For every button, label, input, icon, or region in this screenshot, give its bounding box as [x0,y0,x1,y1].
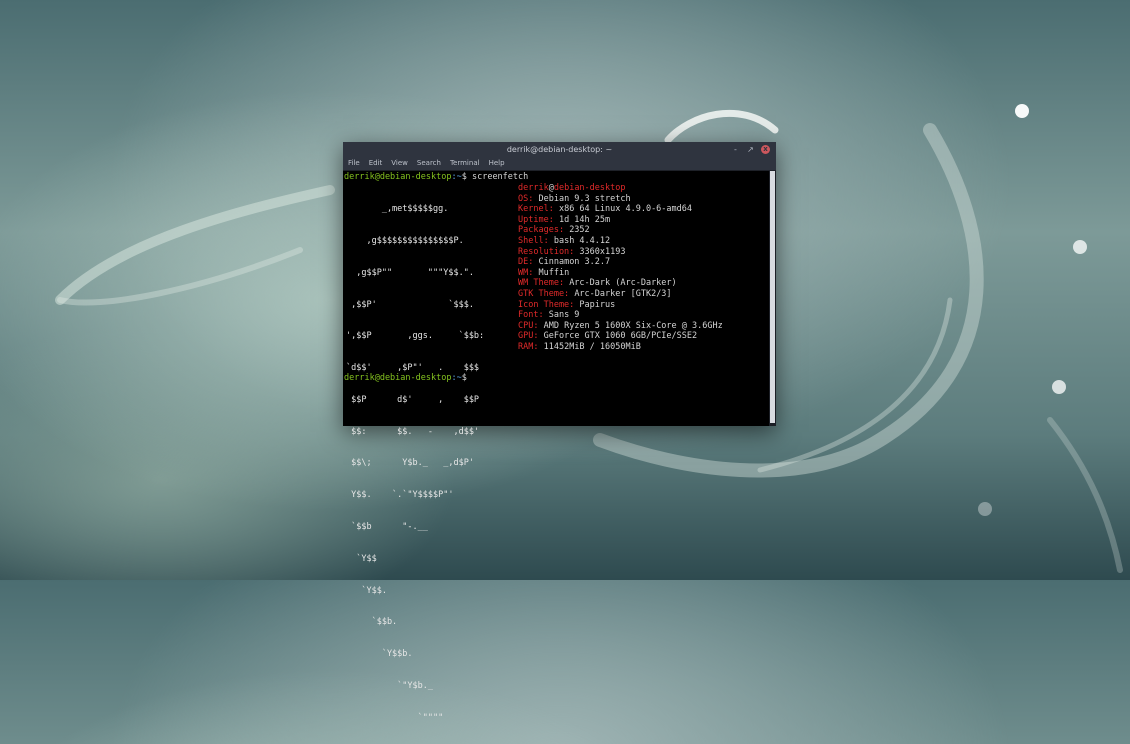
info-row: CPU: AMD Ryzen 5 1600X Six-Core @ 3.6GHz [518,321,723,332]
info-row: Kernel: x86 64 Linux 4.9.0-6-amd64 [518,204,723,215]
logo-line: $$P d$' , $$P [346,394,480,405]
info-row: OS: Debian 9.3 stretch [518,194,723,205]
info-host: debian-desktop [553,183,626,193]
logo-line: `Y$$. [346,585,387,596]
terminal-window[interactable]: derrik@debian-desktop: ~ - ↗ x File Edit… [343,142,776,723]
info-key: Kernel: [518,204,554,215]
info-key: WM: [518,267,534,278]
window-title: derrik@debian-desktop: ~ [506,145,613,154]
info-key: Resolution: [518,246,575,257]
logo-line: $$: $$. - ,d$$' [346,426,480,437]
info-row: Uptime: 1d 14h 25m [518,215,723,226]
logo-line: ,g$$P"" """Y$$.". [346,267,474,278]
debian-ascii-logo: _,met$$$$$gg. ,g$$$$$$$$$$$$$$$P. ,g$$P"… [346,183,484,744]
logo-line: $$\; Y$b._ _,d$P' [346,458,474,469]
logo-line: `$$b. [346,617,398,628]
info-header: derrik@debian-desktop [518,183,626,193]
wallpaper-dot [1052,380,1066,394]
info-value: Papirus [579,299,616,310]
menu-help[interactable]: Help [489,157,505,170]
menu-file[interactable]: File [348,157,360,170]
logo-line: ,$$P' `$$$. [346,299,474,310]
info-value: 1d 14h 25m [558,214,611,225]
info-value: Sans 9 [548,310,580,321]
info-value: Arc-Dark (Arc-Darker) [569,278,677,289]
command-line: derrik@debian-desktop:~$ screenfetch [344,172,769,183]
command-text: screenfetch [471,172,529,182]
terminal-scrollbar[interactable] [769,171,776,426]
info-value: 11452MiB / 16050MiB [543,341,641,352]
info-value: 2352 [569,225,590,236]
menu-search[interactable]: Search [417,157,441,170]
prompt-symbol: $ [461,172,467,182]
logo-line: `$$b "-.__ [346,522,428,532]
info-value: GeForce GTX 1060 6GB/PCIe/SSE2 [543,331,698,342]
info-row: Packages: 2352 [518,225,723,236]
info-key: DE: [518,257,534,268]
prompt-symbol: $ [461,373,467,383]
logo-line: ',$$P ,ggs. `$$b: [346,331,485,342]
info-key: OS: [518,193,534,204]
info-key: Uptime: [518,214,554,225]
menu-view[interactable]: View [391,157,408,170]
logo-line: Y$$. `.`"Y$$$$P"' [346,490,454,501]
wallpaper-dot [1015,104,1029,118]
info-row: RAM: 11452MiB / 16050MiB [518,342,723,353]
info-row: Font: Sans 9 [518,310,723,321]
info-value: bash 4.4.12 [553,235,611,246]
info-key: CPU: [518,320,539,331]
info-row: GPU: GeForce GTX 1060 6GB/PCIe/SSE2 [518,331,723,342]
info-value: AMD Ryzen 5 1600X Six-Core @ 3.6GHz [543,320,723,331]
menu-edit[interactable]: Edit [369,157,383,170]
logo-line: `Y$$ [346,553,377,564]
info-key: Icon Theme: [518,299,575,310]
info-value: Muffin [538,267,570,278]
prompt-path: :~ [451,172,462,182]
info-row: DE: Cinnamon 3.2.7 [518,257,723,268]
terminal-menubar: File Edit View Search Terminal Help [343,157,776,171]
scrollbar-thumb[interactable] [770,171,775,423]
info-key: Packages: [518,225,565,236]
wallpaper-swirl-top [664,109,779,144]
info-row: Shell: bash 4.4.12 [518,236,723,247]
close-button[interactable]: x [761,145,770,154]
logo-line: `"""" [346,712,444,723]
minimize-button[interactable]: - [731,142,740,157]
prompt-user-host: derrik@debian-desktop [344,172,452,182]
terminal-titlebar[interactable]: derrik@debian-desktop: ~ - ↗ x [343,142,776,157]
info-key: GTK Theme: [518,288,570,299]
logo-line: _,met$$$$$gg. [346,204,449,215]
info-key: Font: [518,310,544,321]
command-line-prompt: derrik@debian-desktop:~$ [344,373,467,384]
terminal-output[interactable]: derrik@debian-desktop:~$ screenfetch _,m… [343,171,769,723]
info-value: Debian 9.3 stretch [538,193,631,204]
system-info: derrik@debian-desktop OS: Debian 9.3 str… [518,183,723,353]
info-key: WM Theme: [518,278,565,289]
menu-terminal[interactable]: Terminal [450,157,480,170]
info-row: Icon Theme: Papirus [518,300,723,311]
info-key: Shell: [518,235,549,246]
prompt-path: :~ [451,373,462,383]
info-user: derrik [518,183,549,193]
info-value: Arc-Darker [GTK2/3] [574,288,672,299]
logo-line: `Y$$b. [346,649,413,660]
info-value: Cinnamon 3.2.7 [538,257,611,268]
info-row: WM: Muffin [518,268,723,279]
wallpaper-dot [1073,240,1087,254]
info-row: Resolution: 3360x1193 [518,247,723,258]
info-value: 3360x1193 [579,246,626,257]
logo-line: ,g$$$$$$$$$$$$$$$P. [346,235,464,246]
info-row: GTK Theme: Arc-Darker [GTK2/3] [518,289,723,300]
prompt-user-host: derrik@debian-desktop [344,373,452,383]
wallpaper-dot [978,502,992,516]
maximize-button[interactable]: ↗ [746,142,755,157]
logo-line: `"Y$b._ [346,680,433,691]
info-key: GPU: [518,331,539,342]
info-row: WM Theme: Arc-Dark (Arc-Darker) [518,278,723,289]
info-value: x86 64 Linux 4.9.0-6-amd64 [558,204,693,215]
info-key: RAM: [518,341,539,352]
